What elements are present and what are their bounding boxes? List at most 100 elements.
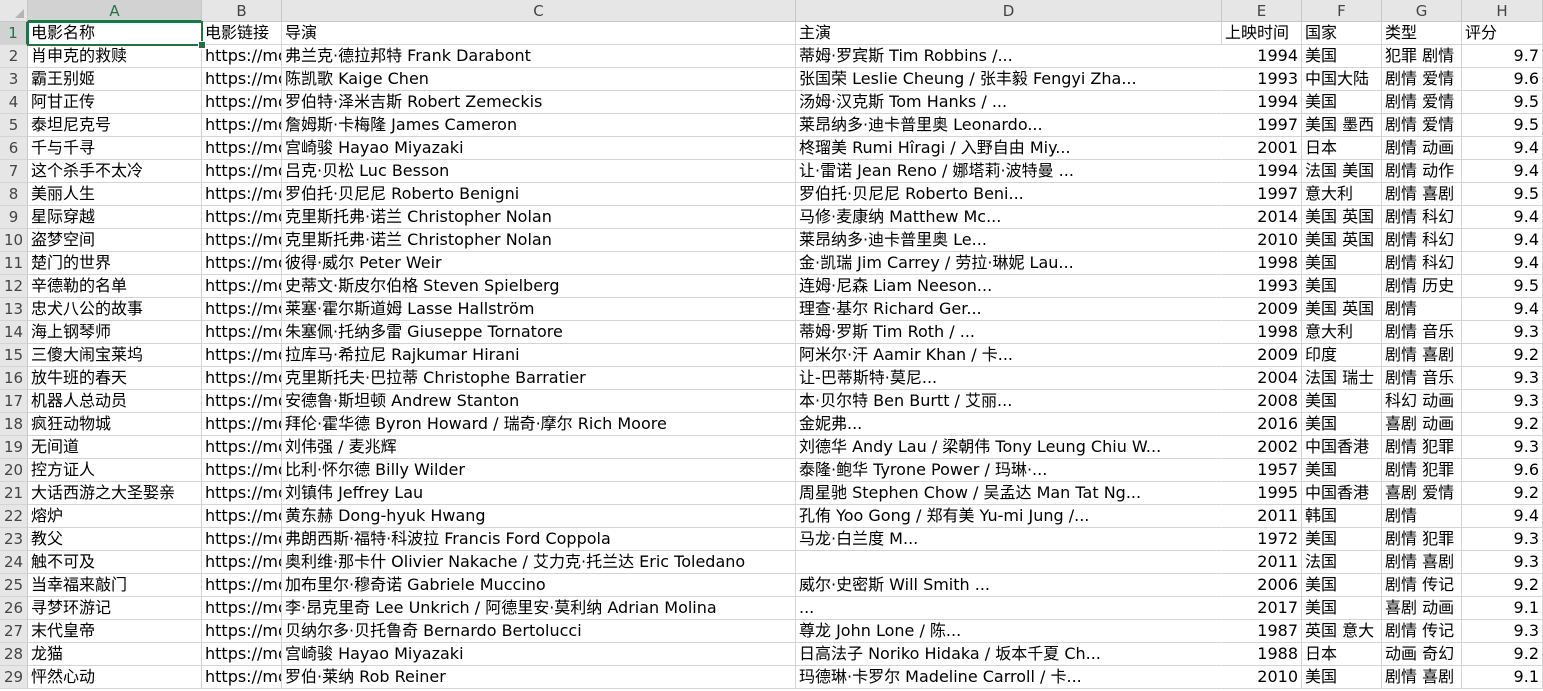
- cell-c14[interactable]: 朱塞佩·托纳多雷 Giuseppe Tornatore: [282, 321, 796, 344]
- column-header-h[interactable]: H: [1462, 0, 1543, 22]
- cell-c21[interactable]: 刘镇伟 Jeffrey Lau: [282, 482, 796, 505]
- cell-b23[interactable]: https://mo: [202, 528, 282, 551]
- cell-h3[interactable]: 9.6: [1462, 68, 1543, 91]
- cell-f24[interactable]: 法国: [1302, 551, 1382, 574]
- cell-g28[interactable]: 动画 奇幻: [1382, 643, 1462, 666]
- cell-f19[interactable]: 中国香港: [1302, 436, 1382, 459]
- cell-e26[interactable]: 2017: [1222, 597, 1302, 620]
- cell-c15[interactable]: 拉库马·希拉尼 Rajkumar Hirani: [282, 344, 796, 367]
- cell-c8[interactable]: 罗伯托·贝尼尼 Roberto Benigni: [282, 183, 796, 206]
- row-header-5[interactable]: 5: [0, 114, 28, 137]
- cell-a5[interactable]: 泰坦尼克号: [28, 114, 202, 137]
- cell-c2[interactable]: 弗兰克·德拉邦特 Frank Darabont: [282, 45, 796, 68]
- cell-c28[interactable]: 宫崎骏 Hayao Miyazaki: [282, 643, 796, 666]
- cell-d18[interactable]: 金妮弗...: [796, 413, 1222, 436]
- cell-e29[interactable]: 2010: [1222, 666, 1302, 689]
- cell-b5[interactable]: https://mo: [202, 114, 282, 137]
- cell-g10[interactable]: 剧情 科幻: [1382, 229, 1462, 252]
- cell-a6[interactable]: 千与千寻: [28, 137, 202, 160]
- cell-e4[interactable]: 1994: [1222, 91, 1302, 114]
- cell-c18[interactable]: 拜伦·霍华德 Byron Howard / 瑞奇·摩尔 Rich Moore: [282, 413, 796, 436]
- cell-d15[interactable]: 阿米尔·汗 Aamir Khan / 卡...: [796, 344, 1222, 367]
- cell-e20[interactable]: 1957: [1222, 459, 1302, 482]
- cell-a18[interactable]: 疯狂动物城: [28, 413, 202, 436]
- cell-e3[interactable]: 1993: [1222, 68, 1302, 91]
- cell-e22[interactable]: 2011: [1222, 505, 1302, 528]
- cell-h5[interactable]: 9.5: [1462, 114, 1543, 137]
- cell-g3[interactable]: 剧情 爱情: [1382, 68, 1462, 91]
- cell-d22[interactable]: 孔侑 Yoo Gong / 郑有美 Yu-mi Jung /...: [796, 505, 1222, 528]
- cell-f21[interactable]: 中国香港: [1302, 482, 1382, 505]
- cell-c22[interactable]: 黄东赫 Dong-hyuk Hwang: [282, 505, 796, 528]
- row-header-20[interactable]: 20: [0, 459, 28, 482]
- cell-b24[interactable]: https://mo: [202, 551, 282, 574]
- cell-b7[interactable]: https://mo: [202, 160, 282, 183]
- cell-e25[interactable]: 2006: [1222, 574, 1302, 597]
- column-header-e[interactable]: E: [1222, 0, 1302, 22]
- cell-g11[interactable]: 剧情 科幻: [1382, 252, 1462, 275]
- cell-f14[interactable]: 意大利: [1302, 321, 1382, 344]
- cell-g22[interactable]: 剧情: [1382, 505, 1462, 528]
- header-cell-a[interactable]: 电影名称: [28, 22, 202, 45]
- cell-b17[interactable]: https://mo: [202, 390, 282, 413]
- cell-d12[interactable]: 连姆·尼森 Liam Neeson...: [796, 275, 1222, 298]
- header-cell-c[interactable]: 导演: [282, 22, 796, 45]
- cell-d5[interactable]: 莱昂纳多·迪卡普里奥 Leonardo...: [796, 114, 1222, 137]
- cell-c4[interactable]: 罗伯特·泽米吉斯 Robert Zemeckis: [282, 91, 796, 114]
- cell-f4[interactable]: 美国: [1302, 91, 1382, 114]
- cell-f28[interactable]: 日本: [1302, 643, 1382, 666]
- cell-f13[interactable]: 美国 英国: [1302, 298, 1382, 321]
- cell-b3[interactable]: https://mo: [202, 68, 282, 91]
- cell-a26[interactable]: 寻梦环游记: [28, 597, 202, 620]
- cell-g13[interactable]: 剧情: [1382, 298, 1462, 321]
- cell-h24[interactable]: 9.3: [1462, 551, 1543, 574]
- cell-f23[interactable]: 美国: [1302, 528, 1382, 551]
- cell-g26[interactable]: 喜剧 动画: [1382, 597, 1462, 620]
- row-header-3[interactable]: 3: [0, 68, 28, 91]
- cell-c29[interactable]: 罗伯·莱纳 Rob Reiner: [282, 666, 796, 689]
- cell-e11[interactable]: 1998: [1222, 252, 1302, 275]
- cell-c19[interactable]: 刘伟强 / 麦兆辉: [282, 436, 796, 459]
- cell-h18[interactable]: 9.2: [1462, 413, 1543, 436]
- row-header-14[interactable]: 14: [0, 321, 28, 344]
- cell-h28[interactable]: 9.2: [1462, 643, 1543, 666]
- cell-g4[interactable]: 剧情 爱情: [1382, 91, 1462, 114]
- cell-a4[interactable]: 阿甘正传: [28, 91, 202, 114]
- cell-h11[interactable]: 9.4: [1462, 252, 1543, 275]
- cell-h26[interactable]: 9.1: [1462, 597, 1543, 620]
- cell-f11[interactable]: 美国: [1302, 252, 1382, 275]
- cell-h13[interactable]: 9.4: [1462, 298, 1543, 321]
- column-header-g[interactable]: G: [1382, 0, 1462, 22]
- row-header-4[interactable]: 4: [0, 91, 28, 114]
- row-header-15[interactable]: 15: [0, 344, 28, 367]
- cell-d10[interactable]: 莱昂纳多·迪卡普里奥 Le...: [796, 229, 1222, 252]
- column-header-a[interactable]: A: [28, 0, 202, 22]
- cell-c6[interactable]: 宫崎骏 Hayao Miyazaki: [282, 137, 796, 160]
- cell-c7[interactable]: 吕克·贝松 Luc Besson: [282, 160, 796, 183]
- cell-a24[interactable]: 触不可及: [28, 551, 202, 574]
- cell-c16[interactable]: 克里斯托夫·巴拉蒂 Christophe Barratier: [282, 367, 796, 390]
- cell-h27[interactable]: 9.3: [1462, 620, 1543, 643]
- cell-d6[interactable]: 柊瑠美 Rumi Hîragi / 入野自由 Miy...: [796, 137, 1222, 160]
- cell-a23[interactable]: 教父: [28, 528, 202, 551]
- cell-e27[interactable]: 1987: [1222, 620, 1302, 643]
- cell-b14[interactable]: https://mo: [202, 321, 282, 344]
- cell-a14[interactable]: 海上钢琴师: [28, 321, 202, 344]
- cell-f18[interactable]: 美国: [1302, 413, 1382, 436]
- cell-e5[interactable]: 1997: [1222, 114, 1302, 137]
- cell-f2[interactable]: 美国: [1302, 45, 1382, 68]
- cell-g7[interactable]: 剧情 动作: [1382, 160, 1462, 183]
- header-cell-e[interactable]: 上映时间: [1222, 22, 1302, 45]
- cell-e17[interactable]: 2008: [1222, 390, 1302, 413]
- cell-d28[interactable]: 日高法子 Noriko Hidaka / 坂本千夏 Ch...: [796, 643, 1222, 666]
- cell-b15[interactable]: https://mo: [202, 344, 282, 367]
- cell-a11[interactable]: 楚门的世界: [28, 252, 202, 275]
- cell-h4[interactable]: 9.5: [1462, 91, 1543, 114]
- cell-a8[interactable]: 美丽人生: [28, 183, 202, 206]
- cell-c24[interactable]: 奥利维·那卡什 Olivier Nakache / 艾力克·托兰达 Eric T…: [282, 551, 796, 574]
- column-header-b[interactable]: B: [202, 0, 282, 22]
- cell-d13[interactable]: 理查·基尔 Richard Ger...: [796, 298, 1222, 321]
- cell-f20[interactable]: 美国: [1302, 459, 1382, 482]
- cell-d9[interactable]: 马修·麦康纳 Matthew Mc...: [796, 206, 1222, 229]
- cell-h25[interactable]: 9.2: [1462, 574, 1543, 597]
